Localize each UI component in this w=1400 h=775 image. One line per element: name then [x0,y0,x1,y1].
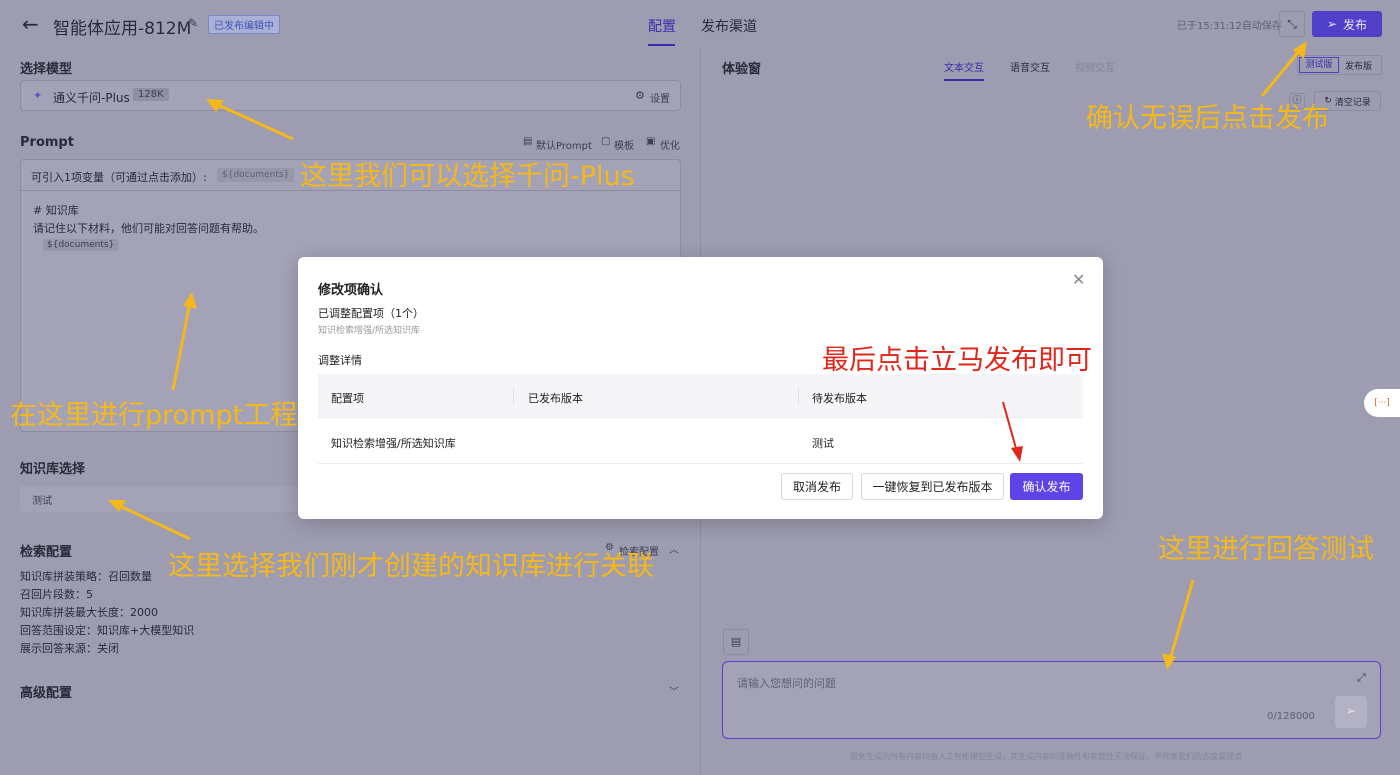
tab-video: 视频交互 [1075,63,1115,74]
retrieval-line: 回答范围设定：知识库+大模型知识 [20,624,195,637]
model-name: 通义千问-Plus [53,91,130,105]
version-test[interactable]: 测试版 [1299,57,1339,73]
annotation-test: 这里进行回答测试 [1158,534,1374,565]
prompt-optimize-link[interactable]: 优化 [660,137,680,152]
variable-hint: 可引入1项变量（可通过点击添加）: [31,171,207,184]
col-published: 已发布版本 [528,392,583,405]
tab-config[interactable]: 配置 [648,16,676,36]
publish-button[interactable]: ➢ 发布 [1312,11,1382,37]
gear-icon[interactable]: ⚙ [635,89,645,102]
restore-published-button[interactable]: 一键恢复到已发布版本 [861,473,1004,500]
template-icon: ▢ [601,136,611,147]
experience-title: 体验窗 [722,62,762,77]
details-title: 调整详情 [318,354,362,367]
document-icon: ▤ [730,635,742,648]
floating-assistant-button[interactable]: [···] [1364,389,1400,417]
annotation-model: 这里我们可以选择千问-Plus [300,161,635,192]
app-title: 智能体应用-812M [53,19,192,39]
annotation-prompt: 在这里进行prompt工程 [10,400,298,431]
row-pending: 测试 [812,437,834,450]
details-table-header [318,374,1083,418]
collapse-icon: ⤡ [1287,17,1297,31]
dialog-title: 修改项确认 [318,283,384,298]
prompt-section-title: Prompt [20,135,74,150]
retrieval-line: 知识库拼装策略：召回数量 [20,570,152,583]
row-config-item: 知识检索增强/所选知识库 [331,437,456,450]
send-button[interactable]: ➢ [1335,696,1367,728]
prompt-default-link[interactable]: 默认Prompt [536,137,592,152]
col-pending: 待发布版本 [812,392,867,405]
arrow-left-icon[interactable]: ← [22,12,39,36]
status-badge: 已发布编辑中 [208,15,280,34]
chat-input[interactable]: 请输入您想问的问题 [737,675,836,691]
prompt-line-3: ${documents} [43,239,119,251]
floating-assistant-label: [···] [1374,398,1390,408]
retrieval-section-title: 检索配置 [20,545,73,560]
cancel-publish-button[interactable]: 取消发布 [781,473,853,500]
change-confirm-dialog: 修改项确认 ✕ 已调整配置项（1个） 知识检索增强/所选知识库 调整详情 配置项… [298,257,1103,519]
prompt-line-1: # 知识库 [33,204,79,217]
retrieval-line: 知识库拼装最大长度：2000 [20,606,158,619]
retrieval-line: 展示回答来源：关闭 [20,642,119,655]
edit-icon[interactable]: ✎ [188,16,198,30]
chat-tool-button[interactable]: ▤ [723,629,749,655]
chevron-up-icon[interactable]: ︿ [669,541,679,556]
retrieval-line: 召回片段数：5 [20,588,93,601]
send-icon: ➢ [1345,704,1357,719]
model-section-title: 选择模型 [20,62,73,77]
model-selector[interactable]: ✦ 通义千问-Plus 128K ⚙ 设置 [20,80,681,111]
footer-disclaimer: 服务生成的所有内容均由人工智能模型生成，其生成内容的准确性和完整性无法保证，不代… [850,752,1242,761]
collapse-button[interactable]: ⤡ [1279,11,1305,37]
kb-item[interactable]: 测试 [20,486,298,512]
variable-tag[interactable]: ${documents} [217,168,295,182]
adjusted-count: 已调整配置项（1个） [318,307,424,320]
char-counter: 0/128000 [1267,711,1315,722]
clear-history-label: 清空记录 [1334,97,1371,108]
prompt-line-2: 请记住以下材料，他们可能对回答问题有帮助。 [33,222,264,235]
confirm-publish-button[interactable]: 确认发布 [1010,473,1083,500]
optimize-icon: ▣ [646,136,656,147]
annotation-confirm: 最后点击立马发布即可 [822,345,1092,376]
kb-section-title: 知识库选择 [20,462,86,477]
tab-channel[interactable]: 发布渠道 [701,16,757,36]
model-context-badge: 128K [133,88,169,101]
send-icon: ➢ [1326,17,1338,31]
tab-text-underline [944,79,984,81]
prompt-default-icon: ▤ [523,136,533,147]
publish-label: 发布 [1343,17,1368,32]
annotation-kb: 这里选择我们刚才创建的知识库进行关联 [168,551,654,582]
col-config-item: 配置项 [331,392,364,405]
col-divider [513,387,514,405]
model-settings-link[interactable]: 设置 [650,90,670,105]
col-divider [798,387,799,405]
expand-icon[interactable]: ⤢ [1357,671,1366,685]
tab-text[interactable]: 文本交互 [944,59,984,74]
chat-input-box[interactable]: 请输入您想问的问题 ⤢ 0/128000 ➢ [722,661,1381,739]
model-logo-icon: ✦ [33,89,43,102]
kb-item-label: 测试 [32,496,52,507]
chevron-down-icon[interactable]: ﹀ [669,683,679,698]
tab-voice[interactable]: 语音交互 [1010,59,1050,74]
tab-config-underline [648,44,675,46]
adjusted-items: 知识检索增强/所选知识库 [318,326,421,336]
autosave-text: 已于15:31:12自动保存 [1177,21,1282,32]
version-publish[interactable]: 发布版 [1345,59,1372,72]
annotation-publish: 确认无误后点击发布 [1086,103,1329,134]
close-icon[interactable]: ✕ [1072,270,1085,289]
advanced-section-title[interactable]: 高级配置 [20,682,72,701]
prompt-template-link[interactable]: 模板 [614,137,634,152]
